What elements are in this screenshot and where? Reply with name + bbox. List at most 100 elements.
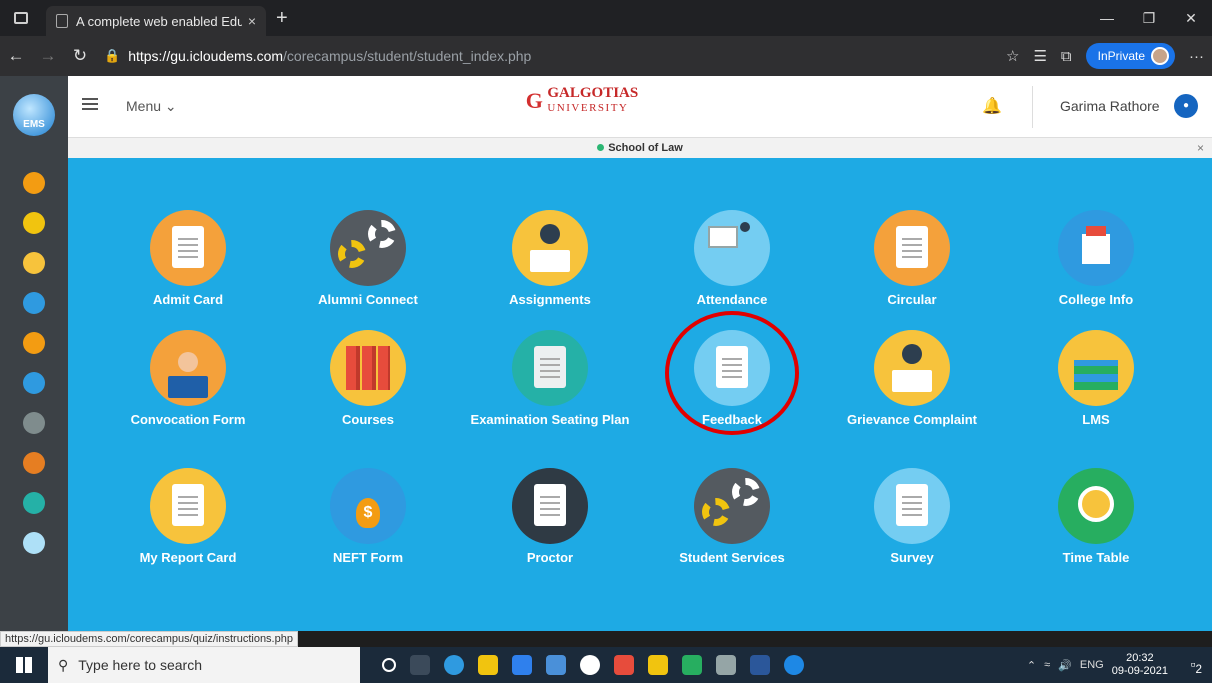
tile-label: Circular xyxy=(887,292,937,307)
rail-presentation-icon[interactable] xyxy=(23,292,45,314)
tile-label: Alumni Connect xyxy=(318,292,418,307)
tile-label: Assignments xyxy=(509,292,591,307)
back-icon[interactable]: ← xyxy=(0,46,32,66)
close-window-icon[interactable]: ✕ xyxy=(1170,0,1212,36)
rail-gears-icon[interactable] xyxy=(23,212,45,234)
tile-attendance[interactable]: Attendance xyxy=(652,210,812,307)
clock-time: 20:32 xyxy=(1126,652,1154,664)
volume-icon[interactable]: 🔊 xyxy=(1058,659,1072,672)
money-bag-icon: $ xyxy=(330,468,406,544)
windows-taskbar: ⚲ Type here to search ⌃ ≈ 🔊 ENG 20:32 09… xyxy=(0,647,1212,683)
url-path: /corecampus/student/student_index.php xyxy=(283,48,532,64)
ems-logo[interactable]: EMS xyxy=(13,94,55,136)
user-avatar[interactable]: ● xyxy=(1174,94,1198,118)
school-name: School of Law xyxy=(608,142,683,154)
excel-icon[interactable] xyxy=(682,655,702,675)
app-icon[interactable] xyxy=(580,655,600,675)
tile-examination-seating-plan[interactable]: Examination Seating Plan xyxy=(470,330,630,427)
tray-chevron-icon[interactable]: ⌃ xyxy=(1027,659,1036,672)
task-view-icon[interactable] xyxy=(410,655,430,675)
tab-actions-icon[interactable] xyxy=(14,12,28,24)
banner-close-icon[interactable]: × xyxy=(1197,138,1204,158)
language-indicator[interactable]: ENG xyxy=(1080,659,1104,671)
brand-line1: GALGOTIAS xyxy=(547,85,639,101)
rail-clipboard-icon[interactable] xyxy=(23,332,45,354)
cortana-icon[interactable] xyxy=(382,658,396,672)
tile-college-info[interactable]: College Info xyxy=(1016,210,1176,307)
restore-icon[interactable]: ❐ xyxy=(1128,0,1170,36)
tile-courses[interactable]: Courses xyxy=(288,330,448,427)
diploma-icon xyxy=(1058,330,1134,406)
tile-label: Proctor xyxy=(526,550,574,565)
help-icon[interactable] xyxy=(784,655,804,675)
galgotias-logo: G GALGOTIAS UNIVERSITY xyxy=(525,85,639,115)
rail-admit-icon[interactable] xyxy=(23,172,45,194)
sticky-notes-icon[interactable] xyxy=(648,655,668,675)
tile-neft-form[interactable]: $ NEFT Form xyxy=(288,468,448,565)
collections-icon[interactable]: ⧉ xyxy=(1061,48,1072,65)
tile-label: My Report Card xyxy=(139,550,237,565)
tile-proctor[interactable]: Proctor xyxy=(470,468,630,565)
tile-convocation-form[interactable]: Convocation Form xyxy=(108,330,268,427)
dropbox-icon[interactable] xyxy=(546,655,566,675)
side-rail: EMS xyxy=(0,76,68,631)
tile-assignments[interactable]: Assignments xyxy=(470,210,630,307)
browser-tab[interactable]: A complete web enabled Educat × xyxy=(46,6,266,36)
rail-books-icon[interactable] xyxy=(23,452,45,474)
browser-tab-strip: A complete web enabled Educat × + — ❐ ✕ xyxy=(0,0,1212,36)
edge-icon[interactable] xyxy=(444,655,464,675)
favorite-icon[interactable]: ☆ xyxy=(1006,47,1019,65)
more-icon[interactable]: ··· xyxy=(1189,48,1204,65)
presentation-icon xyxy=(694,210,770,286)
rail-building-icon[interactable] xyxy=(23,372,45,394)
hamburger-icon[interactable] xyxy=(82,98,98,110)
mail-icon[interactable] xyxy=(512,655,532,675)
refresh-icon[interactable]: ↻ xyxy=(64,46,96,66)
rail-graduate-icon[interactable] xyxy=(23,412,45,434)
browser-toolbar: ☆ ☰ ⧉ InPrivate ··· xyxy=(1006,36,1204,76)
tile-admit-card[interactable]: Admit Card xyxy=(108,210,268,307)
user-name[interactable]: Garima Rathore xyxy=(1060,98,1160,114)
file-explorer-icon[interactable] xyxy=(478,655,498,675)
tile-lms[interactable]: LMS xyxy=(1016,330,1176,427)
wifi-icon[interactable]: ≈ xyxy=(1044,659,1050,671)
windows-start-icon[interactable] xyxy=(0,657,48,673)
new-tab-button[interactable]: + xyxy=(276,7,288,30)
tile-my-report-card[interactable]: My Report Card xyxy=(108,468,268,565)
alarm-clock-icon xyxy=(1058,468,1134,544)
tile-grievance-complaint[interactable]: Grievance Complaint xyxy=(832,330,992,427)
tile-label: Admit Card xyxy=(152,292,224,307)
rail-person-icon[interactable] xyxy=(23,252,45,274)
taskbar-clock[interactable]: 20:32 09-09-2021 xyxy=(1112,652,1168,678)
notification-center-icon[interactable]: ▫2 xyxy=(1191,656,1202,676)
tile-survey[interactable]: Survey xyxy=(832,468,992,565)
grade-sheet-icon xyxy=(512,330,588,406)
brand-line2: UNIVERSITY xyxy=(547,102,629,114)
tile-label: Time Table xyxy=(1062,550,1130,565)
office-icon[interactable] xyxy=(614,655,634,675)
dashboard-grid: Admit Card Alumni Connect Assignments At… xyxy=(68,158,1212,631)
notification-bell-icon[interactable]: 🔔 xyxy=(982,96,1002,116)
books-icon xyxy=(330,330,406,406)
tile-alumni-connect[interactable]: Alumni Connect xyxy=(288,210,448,307)
url-field[interactable]: 🔒 https://gu.icloudems.com /corecampus/s… xyxy=(104,48,531,64)
tab-title: A complete web enabled Educat xyxy=(76,13,242,29)
favorites-list-icon[interactable]: ☰ xyxy=(1033,47,1046,65)
minimize-icon[interactable]: — xyxy=(1086,0,1128,36)
menu-dropdown[interactable]: Menu ⌄ xyxy=(126,98,177,115)
word-icon[interactable] xyxy=(750,655,770,675)
rail-grade-icon[interactable] xyxy=(23,492,45,514)
rail-feedback-icon[interactable] xyxy=(23,532,45,554)
tab-close-icon[interactable]: × xyxy=(248,13,256,29)
search-placeholder: Type here to search xyxy=(78,657,203,673)
forward-icon[interactable]: → xyxy=(32,46,64,66)
tile-circular[interactable]: Circular xyxy=(832,210,992,307)
checklist-icon xyxy=(874,468,950,544)
inprivate-button[interactable]: InPrivate xyxy=(1085,43,1175,69)
notes-icon[interactable] xyxy=(716,655,736,675)
document-chart-icon xyxy=(512,468,588,544)
tile-label: Grievance Complaint xyxy=(846,412,978,427)
tile-student-services[interactable]: Student Services xyxy=(652,468,812,565)
taskbar-search[interactable]: ⚲ Type here to search xyxy=(48,647,360,683)
tile-time-table[interactable]: Time Table xyxy=(1016,468,1176,565)
